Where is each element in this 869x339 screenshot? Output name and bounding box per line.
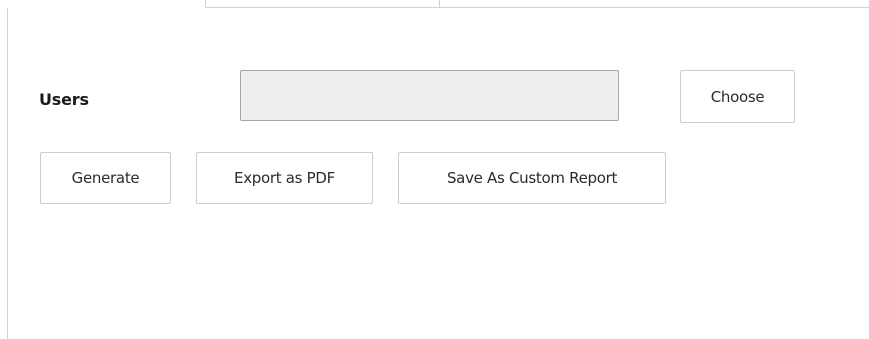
- save-custom-report-button[interactable]: Save As Custom Report: [398, 152, 666, 204]
- export-pdf-button[interactable]: Export as PDF: [196, 152, 373, 204]
- tab-1[interactable]: [0, 0, 206, 8]
- tab-2[interactable]: [206, 0, 440, 8]
- tab-strip: [0, 0, 869, 8]
- generate-button[interactable]: Generate: [40, 152, 171, 204]
- choose-button[interactable]: Choose: [680, 70, 795, 123]
- users-label: Users: [39, 90, 89, 109]
- users-field[interactable]: [240, 70, 619, 121]
